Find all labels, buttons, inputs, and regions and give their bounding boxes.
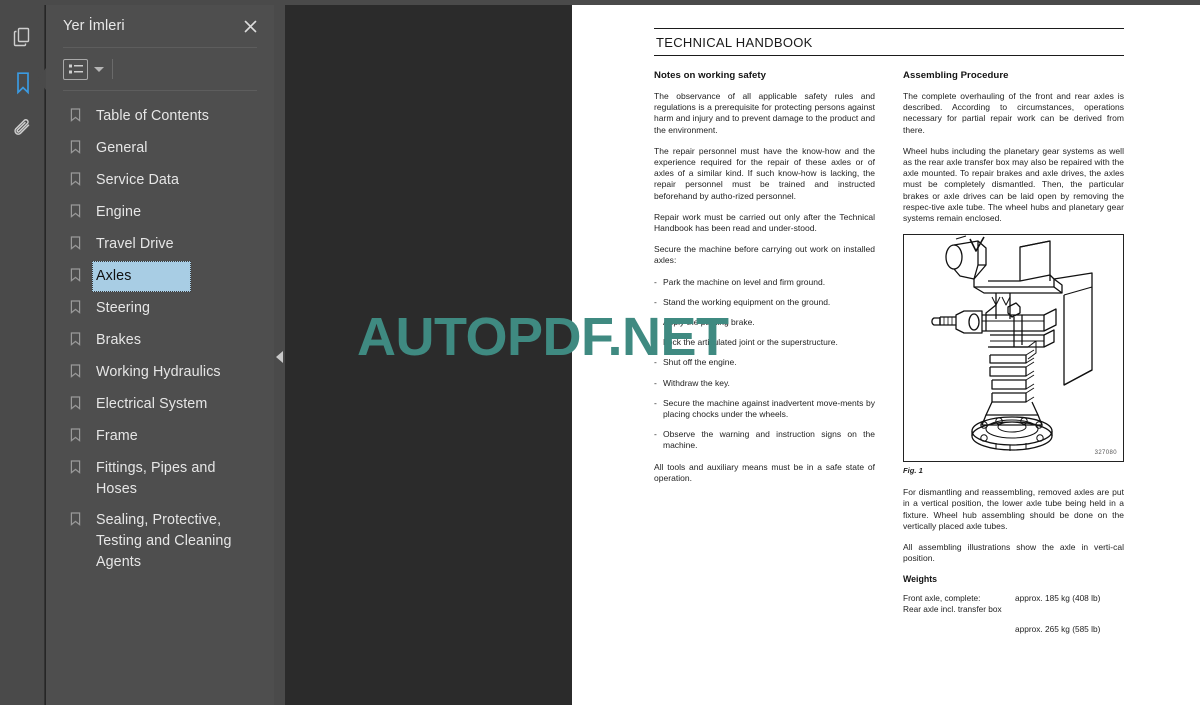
bookmark-item-frame[interactable]: Frame [46,421,274,453]
list-item: - Observe the warning and instruction si… [654,429,875,451]
bookmark-item-service-data[interactable]: Service Data [46,165,274,197]
paragraph: The repair personnel must have the know-… [654,145,875,201]
paragraph: Repair work must be carried out only aft… [654,211,875,234]
paragraph: Wheel hubs including the planetary gear … [903,145,1124,224]
bookmark-flag-icon [70,325,92,351]
paragraph: The complete overhauling of the front an… [903,91,1124,135]
bullet-dash: - [654,276,657,287]
bookmark-label: Axles [92,261,192,292]
bookmark-label: Table of Contents [96,108,209,124]
list-item-text: Withdraw the key. [663,377,730,388]
bookmark-flag-icon [70,389,92,415]
bookmark-label: Engine [96,204,142,220]
list-item: - Withdraw the key. [654,378,875,389]
bookmark-flag-icon [70,165,92,191]
chevron-down-icon[interactable] [94,66,104,72]
right-text-column: Assembling Procedure The complete overha… [903,70,1124,635]
weights-value: approx. 265 kg (585 lb) [1015,624,1101,635]
bookmark-item-travel-drive[interactable]: Travel Drive [46,229,274,261]
bookmark-list: Table of Contents General Service Data E… [46,91,274,578]
figure-caption: Fig. 1 [903,466,923,476]
list-options-icon[interactable] [63,58,88,80]
bookmark-flag-icon [70,505,92,531]
active-pane-indicator [37,68,46,90]
bookmark-label: Electrical System [96,396,208,412]
bookmarks-panel: Yer İmleri Table of Contents General Ser… [46,5,274,705]
figure-number: 327080 [1094,450,1117,457]
bookmark-label: Travel Drive [96,236,174,252]
bookmark-item-working-hydraulics[interactable]: Working Hydraulics [46,357,274,389]
bookmark-label: Steering [96,300,151,316]
figure-axle-assembly-drawing: 327080 [903,234,1124,463]
bookmarks-panel-header: Yer İmleri [46,5,274,47]
bookmark-label: Service Data [96,172,180,188]
bookmark-item-fittings-pipes-and-hoses[interactable]: Fittings, Pipes and Hoses [46,453,274,505]
page-thumbnails-icon[interactable] [0,14,45,60]
bookmark-item-table-of-contents[interactable]: Table of Contents [46,101,274,133]
bookmark-flag-icon [70,293,92,319]
bullet-dash: - [654,397,657,408]
list-item: - Secure the machine against inadvertent… [654,398,875,420]
weights-value: approx. 185 kg (408 lb) [1015,593,1101,604]
paragraph: All tools and auxiliary means must be in… [654,461,875,483]
bookmark-label: Working Hydraulics [96,364,221,380]
bookmark-flag-icon [70,101,92,127]
bookmark-flag-icon [70,421,92,447]
bullet-dash: - [654,377,657,388]
watermark-text: AUTOPDF.NET [357,307,729,367]
section-heading-weights: Weights [903,574,938,585]
weights-label: Rear axle incl. transfer box [903,604,1002,615]
paragraph: All assembling illustrations show the ax… [903,542,1124,564]
bookmarks-toolbar [46,48,274,90]
bookmark-flag-icon [70,133,92,159]
pdf-viewer-window: Yer İmleri Table of Contents General Ser… [0,0,1200,705]
bookmark-label: Sealing, Protective, Testing and Cleanin… [96,512,232,570]
bookmark-label: General [96,140,148,156]
paragraph: The observance of all applicable safety … [654,91,875,135]
running-head: TECHNICAL HANDBOOK [656,35,813,50]
list-item: - Park the machine on level and firm gro… [654,277,875,288]
bookmark-label: Frame [96,428,138,444]
list-item-text: Secure the machine against inadvertent m… [663,397,875,420]
bookmark-flag-icon [70,357,92,383]
list-item-text: Observe the warning and instruction sign… [663,429,875,451]
paragraph: For dismantling and reassembling, remove… [903,487,1124,531]
chevron-left-icon[interactable] [276,351,283,363]
panel-title: Yer İmleri [63,18,125,34]
panel-divider[interactable] [274,5,285,705]
bookmark-item-axles[interactable]: Axles [46,261,274,293]
close-icon[interactable] [240,16,260,36]
bookmark-flag-icon [70,229,92,255]
attachments-icon[interactable] [0,106,45,152]
section-heading-assembling-procedure: Assembling Procedure [903,70,1009,81]
bullet-dash: - [654,429,657,440]
navigation-pane-rail [0,5,46,705]
bookmark-item-sealing-protective-testing-and-cleaning-agents[interactable]: Sealing, Protective, Testing and Cleanin… [46,505,274,578]
bookmark-item-steering[interactable]: Steering [46,293,274,325]
section-heading-notes-on-working-safety: Notes on working safety [654,70,767,81]
paragraph: Secure the machine before carrying out w… [654,244,875,266]
bookmark-flag-icon [70,261,92,287]
toolbar-separator [112,59,113,79]
bookmarks-icon[interactable] [0,60,46,106]
list-item-text: Park the machine on level and firm groun… [663,276,826,287]
bookmark-item-brakes[interactable]: Brakes [46,325,274,357]
header-rule-bottom [654,55,1124,56]
bookmark-flag-icon [70,453,92,479]
bookmark-label: Brakes [96,332,142,348]
weights-row: Front axle, complete: approx. 185 kg (40… [903,593,1124,604]
bookmark-item-electrical-system[interactable]: Electrical System [46,389,274,421]
bookmark-label: Fittings, Pipes and Hoses [96,460,216,497]
bookmark-item-general[interactable]: General [46,133,274,165]
weights-label: Front axle, complete: [903,593,981,604]
bookmark-flag-icon [70,197,92,223]
bookmark-item-engine[interactable]: Engine [46,197,274,229]
